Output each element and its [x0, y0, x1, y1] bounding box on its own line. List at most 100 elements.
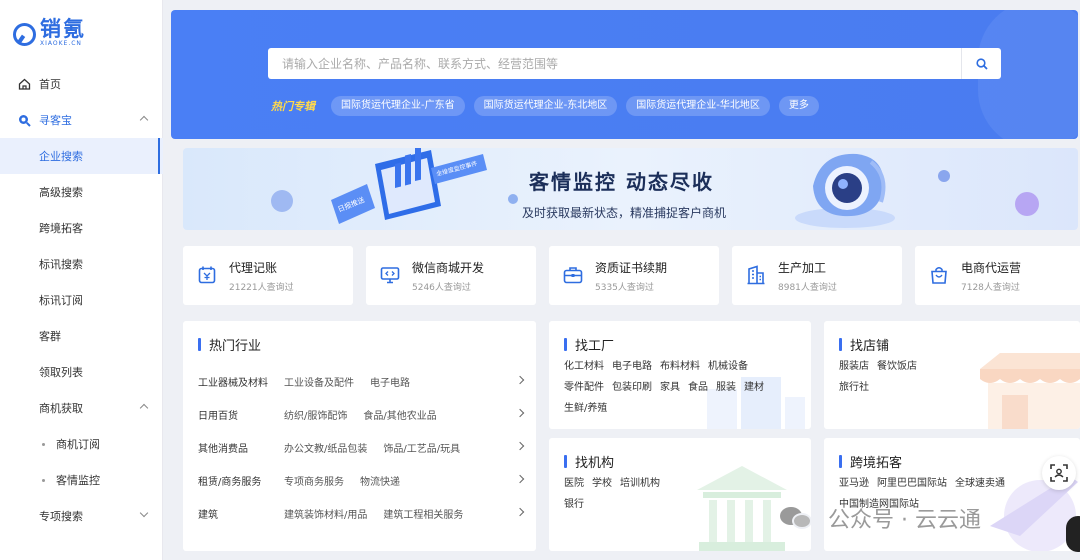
chevron-right-icon[interactable]	[515, 474, 525, 484]
calendar-yuan-icon	[198, 266, 216, 284]
tag-link[interactable]: 零件配件	[564, 382, 604, 393]
tag-link[interactable]: 电子电路	[612, 361, 652, 372]
sidebar-item-bid-search[interactable]: 标讯搜索	[0, 246, 163, 282]
industry-link[interactable]: 纺织/服饰配饰	[284, 407, 347, 422]
sidebar-item-label: 企业搜索	[39, 150, 83, 163]
tag-link[interactable]: 化工材料	[564, 361, 604, 372]
floating-handle[interactable]	[1066, 516, 1080, 552]
industry-link[interactable]: 专项商务服务	[284, 473, 344, 488]
tag-link[interactable]: 亚马逊	[839, 478, 869, 489]
wechat-icon	[780, 505, 816, 531]
industry-link[interactable]: 工业器械及材料	[198, 374, 284, 389]
tag-link[interactable]: 餐饮饭店	[877, 361, 917, 372]
service-title: 资质证书续期	[595, 261, 668, 275]
chevron-right-icon[interactable]	[515, 408, 525, 418]
decor-bubble	[508, 194, 518, 204]
industry-row[interactable]: 日用百货 纺织/服饰配饰 食品/其他农业品	[198, 404, 525, 424]
hot-album-chip[interactable]: 国际货运代理企业-华北地区	[626, 96, 770, 116]
hot-album-chip[interactable]: 国际货运代理企业-广东省	[331, 96, 465, 116]
tag-link[interactable]: 服装	[716, 382, 736, 393]
sidebar-item-label: 首页	[39, 78, 61, 91]
industry-link[interactable]: 其他消费品	[198, 440, 284, 455]
sidebar-item-opportunity-subscribe[interactable]: 商机订阅	[0, 426, 163, 462]
tag-link[interactable]: 学校	[592, 478, 612, 489]
logo-icon	[12, 21, 36, 46]
industry-row[interactable]: 建筑 建筑装饰材料/用品 建筑工程相关服务	[198, 503, 525, 523]
sidebar-item-company-search[interactable]: 企业搜索	[0, 138, 163, 174]
sidebar-item-home[interactable]: 首页	[0, 66, 163, 102]
industry-link[interactable]: 工业设备及配件	[284, 374, 354, 389]
tag-link[interactable]: 机械设备	[708, 361, 748, 372]
institution-tags: 医院 学校 培训机构 银行	[564, 473, 668, 515]
sidebar-item-bid-subscribe[interactable]: 标讯订阅	[0, 282, 163, 318]
sidebar-item-customer-group[interactable]: 客群	[0, 318, 163, 354]
tag-link[interactable]: 服装店	[839, 361, 869, 372]
service-query-count: 5246人查询过	[412, 283, 471, 293]
decor-bubble	[938, 170, 950, 182]
tag-link[interactable]: 家具	[660, 382, 680, 393]
chevron-right-icon[interactable]	[515, 441, 525, 451]
industry-row[interactable]: 工业器械及材料 工业设备及配件 电子电路	[198, 371, 525, 391]
tag-link[interactable]: 食品	[688, 382, 708, 393]
service-title: 微信商城开发	[412, 261, 485, 275]
service-card[interactable]: 电商代运营 7128人查询过	[915, 246, 1080, 305]
service-card[interactable]: 资质证书续期 5335人查询过	[549, 246, 719, 305]
sidebar-item-customer-monitor[interactable]: 客情监控	[0, 462, 163, 498]
factory-tags: 化工材料 电子电路 布料材料 机械设备 零件配件 包装印刷 家具 食品 服装 建材 生鲜/养殖	[564, 356, 804, 419]
service-card[interactable]: 代理记账 21221人查询过	[183, 246, 353, 305]
find-factory-panel: 找工厂 化工材料 电子电路 布料材料 机械设备 零件配件 包装印刷 家具 食品 服装 建材 生鲜…	[549, 321, 811, 429]
tag-link[interactable]: 包装印刷	[612, 382, 652, 393]
industry-link[interactable]: 物流快递	[360, 473, 400, 488]
sidebar-item-special-search[interactable]: 专项搜索	[0, 498, 163, 534]
sidebar-item-claim-list[interactable]: 领取列表	[0, 354, 163, 390]
sidebar-item-xunkebao[interactable]: 寻客宝	[0, 102, 163, 138]
panel-title: 找机构	[564, 452, 614, 471]
tag-link[interactable]: 布料材料	[660, 361, 700, 372]
industry-row[interactable]: 租赁/商务服务 专项商务服务 物流快递	[198, 470, 525, 490]
industry-link[interactable]: 建筑工程相关服务	[383, 506, 463, 521]
watermark-text: 公众号 · 云云通	[828, 508, 981, 533]
service-card[interactable]: 微信商城开发 5246人查询过	[366, 246, 536, 305]
industry-row[interactable]: 其他消费品 办公文教/纸品包装 饰品/工艺品/玩具	[198, 437, 525, 457]
hot-album-chip[interactable]: 国际货运代理企业-东北地区	[473, 96, 618, 116]
panel-title: 跨境拓客	[839, 452, 902, 471]
tag-link[interactable]: 培训机构	[620, 478, 660, 489]
more-albums-button[interactable]: 更多	[778, 96, 819, 116]
industry-link[interactable]: 租赁/商务服务	[198, 473, 284, 488]
industry-link[interactable]: 饰品/工艺品/玩具	[383, 440, 460, 455]
sidebar: 销氪 XIAOKE.CN 首页 寻客宝 企业搜索 高级搜索 跨境拓客 标讯搜索 …	[0, 0, 163, 560]
storefront-illustration-icon	[980, 353, 1080, 429]
sidebar-item-label: 客群	[39, 330, 61, 343]
industry-link[interactable]: 建筑	[198, 506, 284, 521]
service-title: 电商代运营	[961, 261, 1022, 275]
chevron-up-icon	[139, 115, 149, 125]
search-input[interactable]	[268, 48, 958, 79]
tag-link[interactable]: 全球速卖通	[955, 478, 1005, 489]
tag-link[interactable]: 生鲜/养殖	[564, 403, 607, 414]
tag-link[interactable]: 阿里巴巴国际站	[877, 478, 947, 489]
service-card[interactable]: 生产加工 8981人查询过	[732, 246, 902, 305]
industry-link[interactable]: 日用百货	[198, 407, 284, 422]
promo-banner[interactable]: 日报推送 全维度监控事件 客情监控 动态尽收 及时获取最新状态，精准捕捉客户商机	[183, 148, 1078, 230]
search-hero: 热门专辑 国际货运代理企业-广东省 国际货运代理企业-东北地区 国际货运代理企业…	[171, 10, 1078, 139]
tag-link[interactable]: 医院	[564, 478, 584, 489]
search-button[interactable]	[961, 48, 1001, 79]
sidebar-item-opportunity[interactable]: 商机获取	[0, 390, 163, 426]
sidebar-item-label: 商机订阅	[56, 438, 100, 451]
scan-button[interactable]	[1042, 456, 1076, 490]
building-icon	[747, 265, 765, 285]
tag-link[interactable]: 旅行社	[839, 382, 869, 393]
industry-link[interactable]: 电子电路	[370, 374, 410, 389]
sidebar-item-cross-border[interactable]: 跨境拓客	[0, 210, 163, 246]
sidebar-item-advanced-search[interactable]: 高级搜索	[0, 174, 163, 210]
chevron-right-icon[interactable]	[515, 507, 525, 517]
tag-link[interactable]: 银行	[564, 499, 584, 510]
banner-title: 客情监控 动态尽收	[529, 170, 714, 194]
industry-link[interactable]: 建筑装饰材料/用品	[284, 506, 367, 521]
chevron-right-icon[interactable]	[515, 375, 525, 385]
logo[interactable]: 销氪 XIAOKE.CN	[12, 18, 86, 48]
industry-link[interactable]: 食品/其他农业品	[363, 407, 436, 422]
tag-link[interactable]: 建材	[744, 382, 764, 393]
industry-link[interactable]: 办公文教/纸品包装	[284, 440, 367, 455]
hot-albums: 热门专辑 国际货运代理企业-广东省 国际货运代理企业-东北地区 国际货运代理企业…	[271, 96, 828, 116]
